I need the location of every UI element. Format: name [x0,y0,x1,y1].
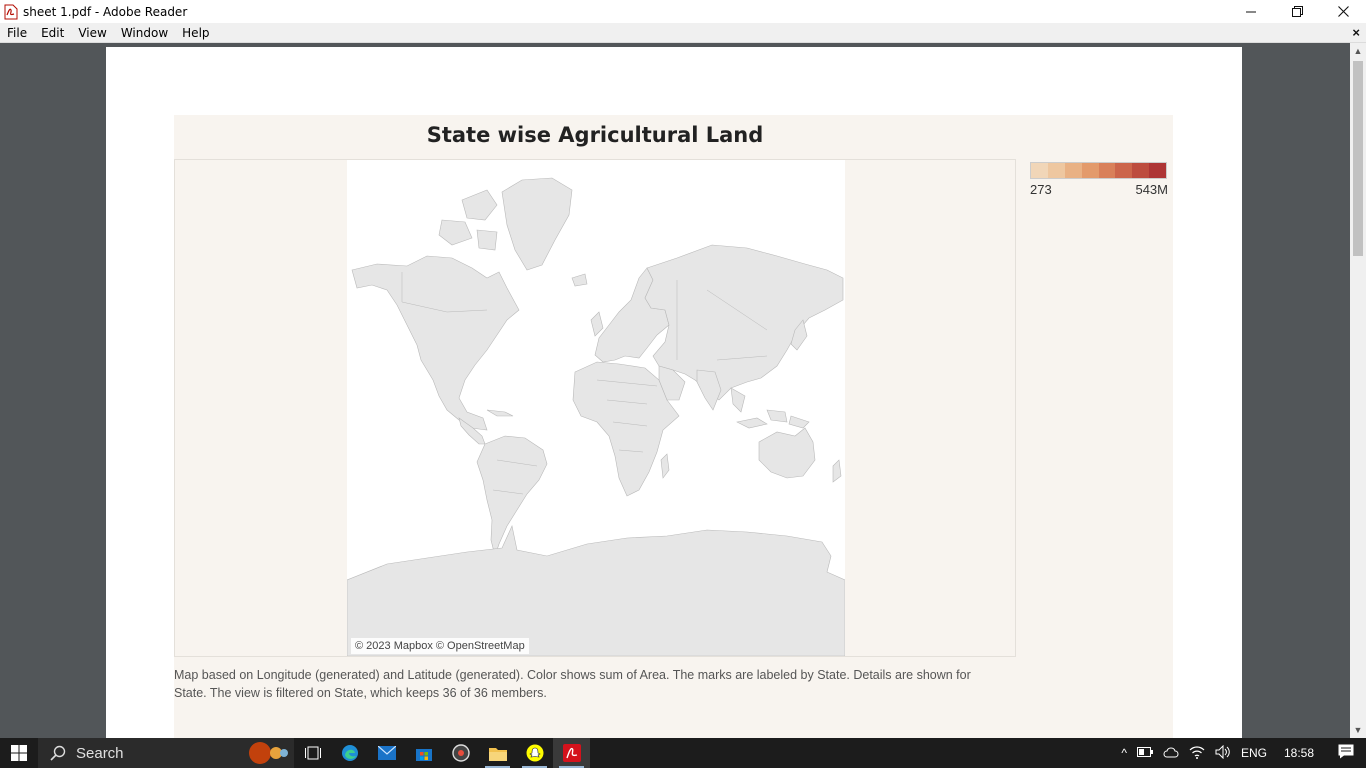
land-australia [758,427,816,479]
search-icon [50,745,66,761]
clock[interactable]: 18:58 [1272,746,1326,760]
folder-icon [488,748,507,761]
show-hidden-icons-icon[interactable]: ^ [1116,746,1132,760]
taskbar: Search ^ ENG 18:58 [0,738,1366,768]
edge-browser-icon [341,745,358,761]
window-title: sheet 1.pdf - Adobe Reader [23,4,188,19]
notifications-icon[interactable] [1326,744,1366,762]
land-southeast-asia [730,387,810,429]
menu-file[interactable]: File [0,23,34,43]
taskbar-mail[interactable] [368,738,405,768]
dashboard: State wise Agricultural Land © 2023 Mapb… [174,115,1173,738]
land-uk [571,273,604,337]
menu-view[interactable]: View [71,23,113,43]
legend-min-label: 273 [1030,182,1052,197]
mail-icon [377,746,396,760]
minimize-icon [1246,11,1256,12]
search-highlight-icon [249,742,288,764]
color-legend: 273 543M [1030,162,1168,197]
windows-logo-icon [11,745,27,761]
legend-gradient-bar [1030,162,1167,179]
window-controls [1228,0,1366,23]
title-bar: sheet 1.pdf - Adobe Reader [0,0,1366,23]
start-button[interactable] [0,738,38,768]
taskbar-edge[interactable] [331,738,368,768]
menu-help[interactable]: Help [175,23,216,43]
scroll-thumb[interactable] [1353,61,1363,256]
map-frame: © 2023 Mapbox © OpenStreetMap [174,159,1016,657]
restore-icon [1291,6,1303,17]
taskbar-store[interactable] [405,738,442,768]
map-caption: Map based on Longitude (generated) and L… [174,666,1024,702]
legend-swatch-7 [1149,163,1166,178]
close-button[interactable] [1320,0,1366,23]
map-title: State wise Agricultural Land [426,123,764,147]
snapchat-icon [526,744,543,762]
land-north-america [351,255,520,431]
language-indicator[interactable]: ENG [1236,746,1272,760]
minimize-button[interactable] [1228,0,1274,23]
land-antarctica [347,525,845,656]
world-map: © 2023 Mapbox © OpenStreetMap [347,160,845,656]
restore-button[interactable] [1274,0,1320,23]
taskbar-search-box[interactable]: Search [38,738,294,768]
task-view-icon [304,746,321,760]
volume-icon[interactable] [1210,744,1236,762]
pdf-document-icon [3,4,19,20]
legend-swatch-4 [1098,163,1116,178]
map-attribution[interactable]: © 2023 Mapbox © OpenStreetMap [351,638,529,654]
legend-swatch-3 [1081,163,1099,178]
media-player-icon [451,744,470,762]
menu-edit[interactable]: Edit [34,23,71,43]
legend-swatch-0 [1031,163,1048,178]
land-madagascar [660,453,670,479]
pdf-page: State wise Agricultural Land © 2023 Mapb… [106,47,1242,738]
legend-swatch-5 [1115,163,1133,178]
taskbar-snapchat[interactable] [516,738,553,768]
document-viewer: State wise Agricultural Land © 2023 Mapb… [0,43,1350,738]
legend-labels: 273 543M [1030,182,1168,197]
adobe-reader-icon [562,744,581,762]
system-tray: ^ ENG 18:58 [1116,738,1366,768]
scroll-down-arrow-icon[interactable]: ▼ [1350,722,1366,738]
scroll-up-arrow-icon[interactable]: ▲ [1350,43,1366,59]
land-new-zealand [832,459,842,483]
caption-line-2: State. The view is filtered on State, wh… [174,686,547,700]
taskbar-file-explorer[interactable] [479,738,516,768]
legend-swatch-6 [1132,163,1150,178]
taskbar-media[interactable] [442,738,479,768]
search-label: Search [76,744,124,762]
menu-window[interactable]: Window [114,23,175,43]
legend-swatch-1 [1047,163,1065,178]
land-arctic-islands [438,189,498,251]
legend-max-label: 543M [1135,182,1168,197]
store-icon [415,749,432,761]
world-map-svg [347,177,845,656]
battery-icon[interactable] [1132,746,1158,760]
cloud-sync-icon[interactable] [1158,746,1184,761]
land-greenland [501,177,573,271]
wifi-icon[interactable] [1184,745,1210,762]
vertical-scrollbar[interactable]: ▲ ▼ [1350,43,1366,738]
task-view-button[interactable] [294,738,331,768]
close-icon [1337,6,1349,17]
legend-swatch-2 [1064,163,1082,178]
caption-line-1: Map based on Longitude (generated) and L… [174,668,971,682]
close-document-button[interactable]: × [1352,25,1360,40]
menu-bar: File Edit View Window Help × [0,23,1366,43]
taskbar-adobe-reader[interactable] [553,738,590,768]
